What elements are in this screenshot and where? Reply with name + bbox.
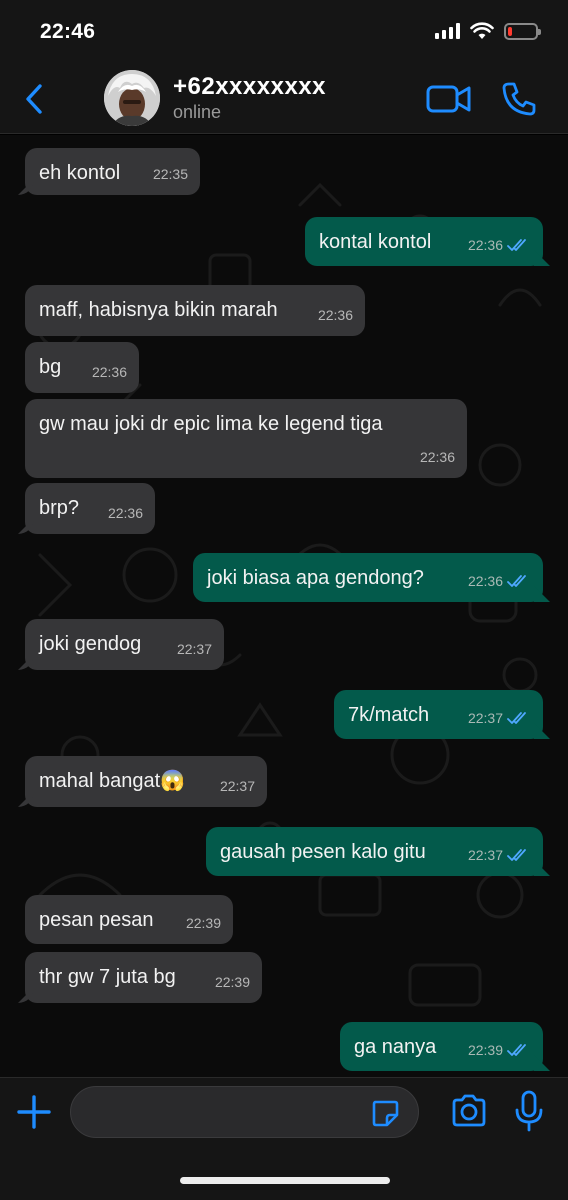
message-time: 22:36 [317,307,353,323]
incoming-message[interactable]: brp? 22:36 [25,483,155,534]
incoming-message[interactable]: eh kontol 22:35 [25,148,200,195]
incoming-message[interactable]: bg 22:36 [25,342,139,393]
message-time: 22:37 [176,641,212,657]
message-text: gw mau joki dr epic lima ke legend tiga [39,413,383,435]
message-meta: 22:39 [186,910,221,936]
message-meta: 22:36 [318,302,353,328]
cellular-signal-icon [435,23,460,39]
message-meta: 22:39 [468,1037,531,1063]
message-time: 22:36 [91,364,127,380]
status-time: 22:46 [40,20,96,43]
message-input-box[interactable] [70,1086,419,1138]
message-text: gausah pesen kalo gitu [220,841,426,863]
incoming-message[interactable]: thr gw 7 juta bg 22:39 [25,952,262,1003]
camera-icon[interactable] [450,1094,488,1128]
message-time: 22:39 [467,1042,503,1058]
double-check-read-icon [507,849,526,861]
message-time: 22:35 [152,166,188,182]
message-time: 22:36 [467,573,503,589]
incoming-message[interactable]: gw mau joki dr epic lima ke legend tiga 2… [25,399,467,478]
wifi-icon [470,22,494,39]
message-text: ga nanya [354,1036,437,1058]
message-time: 22:37 [467,710,503,726]
message-input[interactable] [89,1087,359,1137]
outgoing-message[interactable]: 7k/match 22:37 [334,690,543,739]
message-text: bg [39,356,62,378]
message-text: eh kontol [39,162,121,184]
outgoing-message[interactable]: joki biasa apa gendong? 22:36 [193,553,543,602]
message-time: 22:39 [185,915,221,931]
outgoing-message[interactable]: ga nanya 22:39 [340,1022,543,1071]
video-call-icon[interactable] [426,82,472,116]
composer-bar [0,1077,568,1200]
message-time: 22:36 [107,505,143,521]
message-meta: 22:37 [220,773,255,799]
message-text: pesan pesan [39,909,154,931]
message-text: joki gendog [39,633,142,655]
message-meta: 22:36 [468,232,531,258]
message-text: brp? [39,497,80,519]
status-icons [435,22,541,40]
chat-header: +62xxxxxxxx online [0,64,568,134]
message-meta: 22:35 [153,161,188,187]
plus-icon[interactable] [16,1094,52,1130]
message-meta: 22:37 [177,636,212,662]
message-time: 22:37 [219,778,255,794]
message-text: 7k/match [348,704,430,726]
phone-call-icon[interactable] [500,80,538,118]
sticker-icon[interactable] [370,1098,400,1128]
back-chevron-icon[interactable] [20,82,48,116]
battery-level [508,26,512,36]
message-meta: 22:36 [468,568,531,594]
incoming-message[interactable]: maff, habisnya bikin marah 22:36 [25,285,365,336]
incoming-message[interactable]: pesan pesan 22:39 [25,895,233,944]
double-check-read-icon [507,1044,526,1056]
avatar[interactable] [104,70,160,126]
message-time: 22:36 [419,449,455,465]
microphone-icon[interactable] [514,1090,544,1132]
message-text: mahal bangat😱 [39,770,186,792]
incoming-message[interactable]: joki gendog 22:37 [25,619,224,670]
message-meta: 22:37 [468,705,531,731]
message-meta: 22:37 [468,842,531,868]
double-check-read-icon [507,712,526,724]
outgoing-message[interactable]: kontal kontol 22:36 [305,217,543,266]
contact-status: online [173,102,222,122]
contact-name[interactable]: +62xxxxxxxx [173,73,326,101]
message-text: thr gw 7 juta bg [39,966,176,988]
avatar-image [104,70,160,126]
message-time: 22:39 [214,974,250,990]
message-time: 22:36 [467,237,503,253]
message-meta: 22:36 [420,444,455,470]
home-indicator [180,1177,390,1184]
message-meta: 22:39 [215,969,250,995]
message-time: 22:37 [467,847,503,863]
outgoing-message[interactable]: gausah pesen kalo gitu 22:37 [206,827,543,876]
message-text: kontal kontol [319,231,432,253]
message-list[interactable]: eh kontol 22:35 kontal kontol 22:36 maff, ha… [0,135,568,1077]
message-meta: 22:36 [108,500,143,526]
double-check-read-icon [507,575,526,587]
message-text: maff, habisnya bikin marah [39,299,278,321]
battery-icon [504,22,541,40]
message-meta: 22:36 [92,359,127,385]
status-bar: 22:46 [0,0,568,64]
message-text: joki biasa apa gendong? [207,567,424,589]
double-check-read-icon [507,239,526,251]
incoming-message[interactable]: mahal bangat😱 22:37 [25,756,267,807]
